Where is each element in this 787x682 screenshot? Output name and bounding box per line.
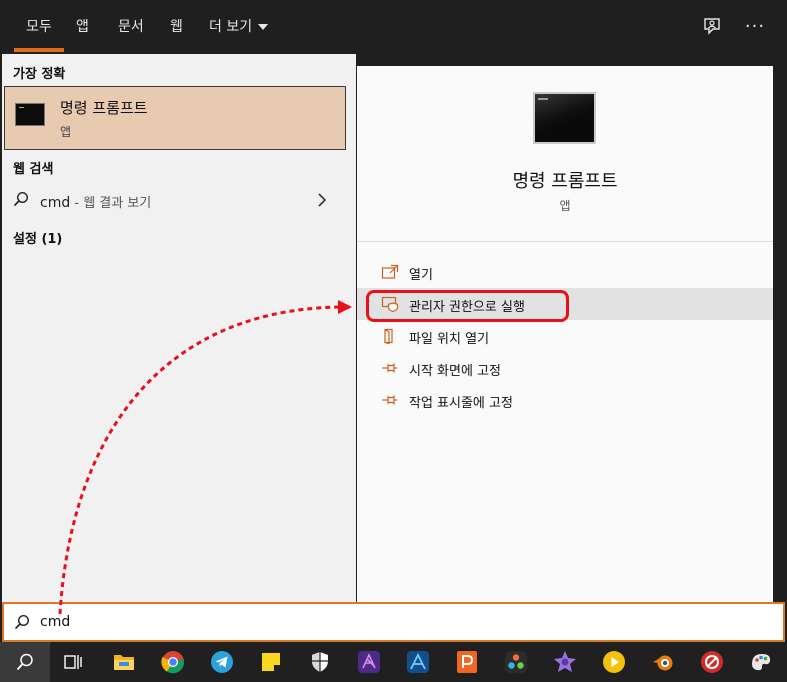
detail-subtitle: 앱 [559, 199, 571, 213]
detail-pane: 명령 프롬프트 앱 열기 관리자 권한으로 실행 파일 위치 열기 시작 화면에… [357, 66, 773, 602]
chevron-right-icon[interactable] [316, 192, 328, 208]
web-search-suffix: 웹 결과 보기 [83, 196, 152, 211]
file-location-icon [384, 328, 393, 344]
action-pin-to-start[interactable]: 시작 화면에 고정 [357, 352, 773, 384]
tab-apps[interactable]: 앱 [76, 0, 89, 54]
tab-web[interactable]: 웹 [170, 0, 183, 54]
tab-more[interactable]: 더 보기 [209, 0, 269, 54]
best-match-result[interactable]: 명령 프롬프트 앱 [4, 86, 346, 150]
command-prompt-icon [15, 103, 45, 126]
shield-app-icon[interactable] [308, 650, 332, 674]
search-tab-bar: 모두 앱 문서 웹 더 보기 ··· [0, 0, 787, 54]
action-label: 시작 화면에 고정 [409, 364, 501, 379]
web-search-query: cmd [40, 195, 71, 211]
action-open-file-location[interactable]: 파일 위치 열기 [357, 320, 773, 352]
sticky-notes-icon[interactable] [259, 650, 283, 674]
search-icon [14, 614, 30, 630]
web-search-result[interactable]: cmd - 웹 결과 보기 [2, 182, 356, 218]
tab-all-label: 모두 [26, 19, 52, 35]
best-match-heading: 가장 정확 [13, 67, 66, 82]
tab-apps-label: 앱 [76, 19, 89, 35]
results-pane: 가장 정확 명령 프롬프트 앱 웹 검색 cmd - 웹 결과 보기 설정 (1… [2, 54, 356, 602]
davinci-resolve-icon[interactable] [504, 650, 528, 674]
action-label: 열기 [409, 268, 433, 283]
web-search-separator: - [70, 196, 84, 211]
chevron-down-icon [258, 24, 269, 30]
web-search-text: cmd - 웹 결과 보기 [40, 192, 151, 211]
paint-icon[interactable] [749, 650, 773, 674]
tab-web-label: 웹 [170, 19, 183, 35]
pin-icon [382, 363, 397, 373]
file-explorer-icon[interactable] [112, 650, 136, 674]
telegram-icon[interactable] [210, 650, 234, 674]
blender-icon[interactable] [651, 650, 675, 674]
media-player-icon[interactable] [602, 650, 626, 674]
tab-documents[interactable]: 문서 [118, 0, 144, 54]
affinity-publisher-icon[interactable] [553, 650, 577, 674]
action-label: 작업 표시줄에 고정 [409, 396, 513, 411]
tab-more-label: 더 보기 [209, 19, 253, 35]
divider [357, 241, 773, 242]
action-pin-to-taskbar[interactable]: 작업 표시줄에 고정 [357, 384, 773, 416]
feedback-icon[interactable] [699, 14, 725, 40]
highlight-box [366, 290, 569, 322]
action-open[interactable]: 열기 [357, 256, 773, 288]
red-app-icon[interactable] [700, 650, 724, 674]
search-icon [13, 191, 29, 207]
best-match-subtitle: 앱 [60, 125, 72, 139]
search-icon[interactable] [0, 642, 50, 682]
tab-documents-label: 문서 [118, 19, 144, 35]
pin-icon [382, 395, 397, 405]
more-options-icon[interactable]: ··· [742, 14, 768, 40]
chrome-icon[interactable] [161, 650, 185, 674]
task-view-icon[interactable] [61, 650, 85, 674]
search-box[interactable] [2, 602, 785, 642]
settings-heading[interactable]: 설정 (1) [13, 228, 62, 247]
search-input[interactable] [40, 611, 740, 633]
web-search-heading: 웹 검색 [13, 162, 54, 177]
best-match-title: 명령 프롬프트 [60, 99, 148, 117]
detail-title: 명령 프롬프트 [512, 171, 618, 192]
taskbar [0, 642, 787, 682]
command-prompt-large-icon [533, 92, 596, 144]
powerpoint-icon[interactable] [455, 650, 479, 674]
affinity-designer-icon[interactable] [406, 650, 430, 674]
affinity-photo-icon[interactable] [357, 650, 381, 674]
open-icon [381, 264, 399, 279]
tab-all[interactable]: 모두 [14, 0, 64, 54]
action-label: 파일 위치 열기 [409, 332, 490, 347]
